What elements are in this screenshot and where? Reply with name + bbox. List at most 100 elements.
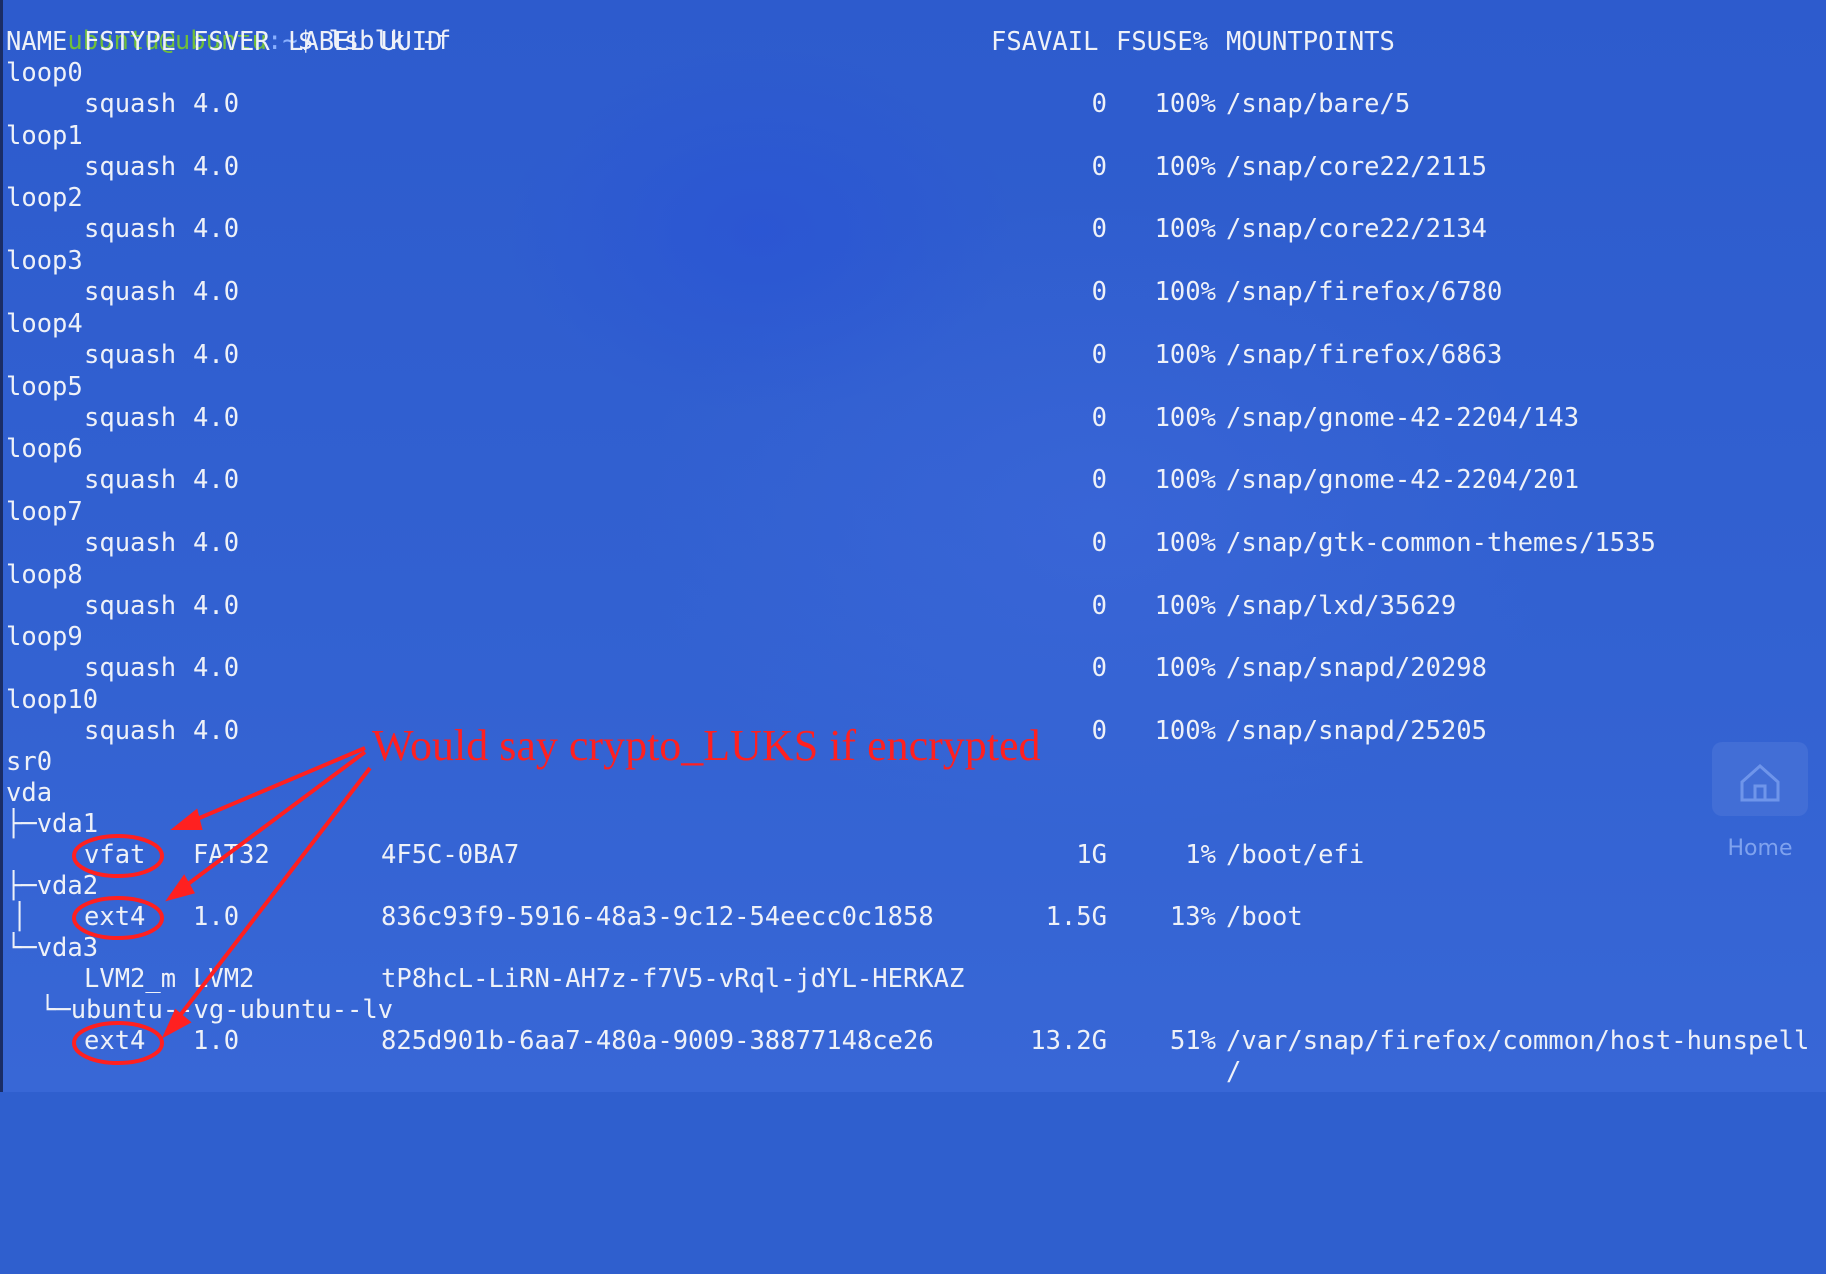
header-fsavail: FSAVAIL — [991, 27, 1099, 57]
fsuse-cell: 100% — [1154, 590, 1216, 621]
fs-row-vda2: │ ext4 1.0 836c93f9-5916-48a3-9c12-54eec… — [12, 902, 1303, 932]
fstype-cell: squash — [84, 89, 177, 119]
device-row-lv: └─ubuntu--vg-ubuntu--lv — [6, 995, 393, 1026]
fsver-cell: LVM2 — [193, 964, 255, 994]
mountpoint-cell: /snap/core22/2134 — [1226, 214, 1487, 245]
device-name: loop1 — [6, 120, 83, 151]
fsavail-cell: 0 — [1091, 151, 1107, 182]
mountpoint-cell: /snap/snapd/20298 — [1226, 653, 1487, 684]
fstype-cell: squash — [84, 590, 177, 621]
device-name: loop3 — [6, 246, 83, 277]
fsuse-cell: 1% — [1185, 840, 1216, 870]
fsver-cell: 4.0 — [193, 653, 240, 684]
fsuse-cell: 100% — [1154, 151, 1216, 182]
mountpoint-cell: / — [1226, 1057, 1242, 1087]
table-header: NAME FSTYPE FSVER LABEL UUID FSAVAIL FSU… — [6, 27, 1395, 58]
terminal-left-border — [0, 0, 3, 1092]
fsavail-cell: 0 — [1091, 214, 1107, 245]
uuid-cell: 4F5C-0BA7 — [381, 840, 520, 870]
fsuse-cell: 100% — [1154, 716, 1216, 746]
fsuse-cell: 100% — [1154, 527, 1216, 558]
fsver-cell: 4.0 — [193, 214, 240, 245]
home-folder-shortcut[interactable] — [1712, 742, 1808, 816]
device-name: loop8 — [6, 559, 83, 590]
fsuse-cell: 100% — [1154, 402, 1216, 433]
fsavail-cell: 0 — [1091, 277, 1107, 308]
header-uuid: UUID — [381, 27, 443, 57]
device-name: └─ubuntu--vg-ubuntu--lv — [40, 995, 394, 1025]
fstype-cell: squash — [84, 527, 177, 558]
fstype-cell: squash — [84, 151, 177, 182]
fsver-cell: 4.0 — [193, 402, 240, 433]
fsuse-cell: 13% — [1169, 902, 1216, 932]
mountpoint-cell: /snap/bare/5 — [1226, 89, 1411, 119]
uuid-cell: 836c93f9-5916-48a3-9c12-54eecc0c1858 — [381, 902, 934, 932]
fsavail-cell: 13.2G — [1030, 1026, 1107, 1056]
header-fsver: FSVER — [193, 27, 270, 57]
device-row-vda3: └─vda3 — [6, 933, 98, 964]
fsavail-cell: 1G — [1076, 840, 1107, 870]
device-row-vda2: ├─vda2 — [6, 871, 98, 902]
mountpoint-cell: /boot — [1226, 902, 1303, 932]
device-name: loop10 — [6, 685, 99, 715]
fsuse-cell: 100% — [1154, 214, 1216, 245]
fsavail-cell: 1.5G — [1045, 902, 1107, 932]
device-name: loop6 — [6, 434, 83, 465]
header-name: NAME — [6, 27, 68, 57]
device-row-vda: vda — [6, 778, 67, 809]
device-name: loop9 — [6, 622, 83, 653]
fstype-cell: squash — [84, 465, 177, 496]
fsuse-cell: 100% — [1154, 339, 1216, 370]
device-name: vda — [6, 778, 53, 808]
mountpoint-cell: /snap/gnome-42-2204/143 — [1226, 402, 1580, 433]
mountpoint-cell: /snap/core22/2115 — [1226, 151, 1487, 182]
fsuse-cell: 100% — [1154, 465, 1216, 496]
device-row-vda1: ├─vda1 — [6, 809, 98, 840]
fsavail-cell: 0 — [1091, 590, 1107, 621]
fsuse-cell: 100% — [1154, 653, 1216, 684]
uuid-cell: tP8hcL-LiRN-AH7z-f7V5-vRql-jdYL-HERKAZ — [381, 964, 965, 994]
fstype-cell: squash — [84, 653, 177, 684]
fsuse-cell: 51% — [1169, 1026, 1216, 1056]
device-name: ├─vda1 — [6, 809, 99, 839]
fsver-cell: 4.0 — [193, 277, 240, 308]
home-icon — [1740, 763, 1780, 802]
fsver-cell: FAT32 — [193, 840, 270, 870]
mountpoint-cell: /snap/lxd/35629 — [1226, 590, 1457, 621]
fsuse-cell: 100% — [1154, 277, 1216, 308]
device-name: loop2 — [6, 183, 83, 214]
fstype-cell: squash — [84, 214, 177, 245]
fsver-cell: 1.0 — [193, 902, 240, 932]
uuid-cell: 825d901b-6aa7-480a-9009-38877148ce26 — [381, 1026, 934, 1056]
device-name: loop5 — [6, 371, 83, 402]
mountpoint-cell: /snap/gtk-common-themes/1535 — [1226, 527, 1656, 558]
fsver-cell: 4.0 — [193, 89, 240, 119]
prompt-line: ubuntu@ubuntu:~$ lsblk -f — [6, 0, 451, 56]
fstype-cell: ext4 — [84, 1026, 146, 1056]
fstype-cell: ext4 — [84, 902, 146, 932]
fsavail-cell: 0 — [1091, 527, 1107, 558]
fstype-cell: squash — [84, 277, 177, 308]
mountpoint-cell: /var/snap/firefox/common/host-hunspell — [1226, 1026, 1810, 1056]
device-name: └─vda3 — [6, 933, 99, 963]
fs-row-lv-continued: / — [6, 1057, 1241, 1088]
fsavail-cell: 0 — [1091, 653, 1107, 684]
annotation-text: Would say crypto_LUKS if encrypted — [372, 721, 1041, 770]
fsver-cell: 4.0 — [193, 151, 240, 182]
header-fstype: FSTYPE — [84, 27, 177, 57]
fsuse-cell: 100% — [1154, 89, 1216, 119]
home-label[interactable]: Home — [1720, 836, 1800, 861]
fsver-cell: 4.0 — [193, 527, 240, 558]
header-fsuse: FSUSE% — [1116, 27, 1209, 57]
fstype-cell: squash — [84, 716, 177, 746]
mountpoint-cell: /snap/snapd/25205 — [1226, 716, 1487, 746]
mountpoint-cell: /snap/gnome-42-2204/201 — [1226, 465, 1580, 496]
fsver-cell: 4.0 — [193, 339, 240, 370]
mountpoint-cell: /snap/firefox/6780 — [1226, 277, 1503, 308]
device-name: loop0 — [6, 58, 83, 88]
device-name: ├─vda2 — [6, 871, 99, 901]
fsavail-cell: 0 — [1091, 402, 1107, 433]
fsver-cell: 1.0 — [193, 1026, 240, 1056]
fs-row-lv: ext4 1.0 825d901b-6aa7-480a-9009-3887714… — [6, 1026, 1809, 1057]
fsver-cell: 4.0 — [193, 465, 240, 496]
